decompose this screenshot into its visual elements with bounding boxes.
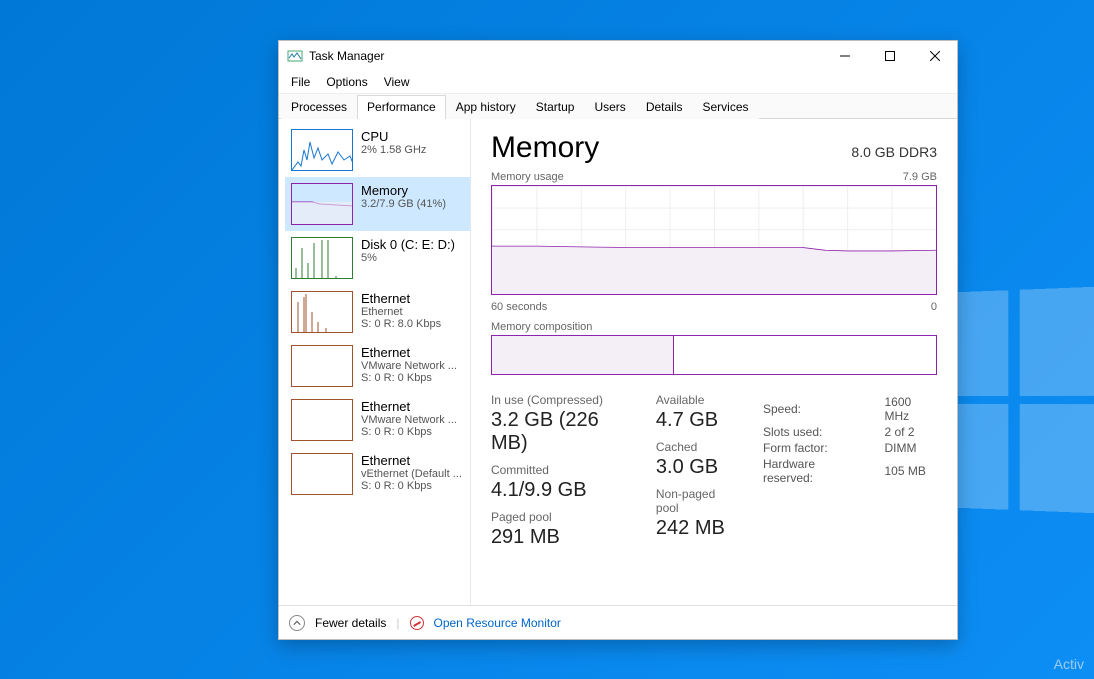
fewer-details-button[interactable]: Fewer details [315, 616, 386, 630]
chevron-up-icon[interactable] [289, 615, 305, 631]
sidebar-item-name: Ethernet [361, 291, 464, 306]
menu-view[interactable]: View [378, 73, 416, 91]
window-title: Task Manager [309, 49, 384, 63]
sidebar-item-name: Disk 0 (C: E: D:) [361, 237, 464, 252]
usage-x-left: 60 seconds [491, 301, 547, 313]
stats-column-left2: Available 4.7 GB Cached 3.0 GB Non-paged poo… [656, 393, 735, 555]
performance-main: Memory 8.0 GB DDR3 Memory usage 7.9 GB 6… [471, 119, 957, 605]
sidebar-item-eth-6[interactable]: EthernetvEthernet (Default ...S: 0 R: 0 … [285, 447, 470, 501]
composition-label: Memory composition [491, 321, 592, 333]
performance-sidebar: CPU2% 1.58 GHzMemory3.2/7.9 GB (41%)Disk… [279, 119, 471, 605]
stat-val: 1600 MHz [884, 395, 935, 423]
sidebar-item-cpu-0[interactable]: CPU2% 1.58 GHz [285, 123, 470, 177]
sidebar-item-sub2: S: 0 R: 0 Kbps [361, 480, 464, 492]
panel-right-info: 8.0 GB DDR3 [851, 144, 937, 160]
task-manager-window: Task Manager File Options View Processes… [278, 40, 958, 640]
sidebar-item-name: CPU [361, 129, 464, 144]
footer: Fewer details | Open Resource Monitor [279, 605, 957, 639]
sidebar-item-eth-4[interactable]: EthernetVMware Network ...S: 0 R: 0 Kbps [285, 339, 470, 393]
stat-value: 242 MB [656, 517, 735, 540]
stat-label: Non-paged pool [656, 487, 735, 515]
stat-value: 3.2 GB (226 MB) [491, 409, 630, 455]
sidebar-item-sub: 3.2/7.9 GB (41%) [361, 198, 464, 210]
tab-app-history[interactable]: App history [446, 95, 526, 119]
menu-file[interactable]: File [285, 73, 316, 91]
sidebar-item-mem-1[interactable]: Memory3.2/7.9 GB (41%) [285, 177, 470, 231]
sidebar-item-sub2: S: 0 R: 0 Kbps [361, 372, 464, 384]
sidebar-item-sub: vEthernet (Default ... [361, 468, 464, 480]
stat-value: 3.0 GB [656, 456, 735, 479]
stat-label: Available [656, 393, 735, 407]
stat-label: Paged pool [491, 510, 630, 524]
tab-startup[interactable]: Startup [526, 95, 585, 119]
tab-processes[interactable]: Processes [281, 95, 357, 119]
eth-thumbnail [291, 399, 353, 441]
tab-details[interactable]: Details [636, 95, 693, 119]
usage-x-right: 0 [931, 301, 937, 313]
sidebar-item-eth-5[interactable]: EthernetVMware Network ...S: 0 R: 0 Kbps [285, 393, 470, 447]
cpu-thumbnail [291, 129, 353, 171]
sidebar-item-name: Memory [361, 183, 464, 198]
stat-val: DIMM [884, 441, 935, 455]
menubar: File Options View [279, 71, 957, 93]
stat-val: 2 of 2 [884, 425, 935, 439]
disk-thumbnail [291, 237, 353, 279]
activation-watermark: Activ [1054, 656, 1084, 673]
eth-thumbnail [291, 291, 353, 333]
tabbar: Processes Performance App history Startu… [279, 93, 957, 119]
composition-available [674, 336, 936, 374]
sidebar-item-name: Ethernet [361, 345, 464, 360]
tab-users[interactable]: Users [584, 95, 635, 119]
stat-key: Hardware reserved: [763, 457, 883, 485]
stats-column-left: In use (Compressed) 3.2 GB (226 MB) Commit… [491, 393, 630, 555]
stat-value: 4.7 GB [656, 409, 735, 432]
stats-column-right: Speed:1600 MHzSlots used:2 of 2Form fact… [761, 393, 937, 555]
usage-chart-label-right: 7.9 GB [903, 171, 937, 183]
sidebar-item-disk-2[interactable]: Disk 0 (C: E: D:)5% [285, 231, 470, 285]
memory-composition-chart[interactable] [491, 335, 937, 375]
stat-value: 291 MB [491, 526, 630, 549]
stat-key: Speed: [763, 395, 883, 423]
stat-key: Form factor: [763, 441, 883, 455]
tab-services[interactable]: Services [693, 95, 759, 119]
stat-value: 4.1/9.9 GB [491, 479, 630, 502]
usage-chart-label-left: Memory usage [491, 171, 564, 183]
menu-options[interactable]: Options [320, 73, 373, 91]
minimize-button[interactable] [822, 41, 867, 71]
sidebar-item-sub: 5% [361, 252, 464, 264]
composition-used [492, 336, 674, 374]
sidebar-item-sub: Ethernet [361, 306, 464, 318]
stat-label: In use (Compressed) [491, 393, 630, 407]
close-button[interactable] [912, 41, 957, 71]
sidebar-item-sub: VMware Network ... [361, 414, 464, 426]
sidebar-item-sub: 2% 1.58 GHz [361, 144, 464, 156]
sidebar-item-eth-3[interactable]: EthernetEthernetS: 0 R: 8.0 Kbps [285, 285, 470, 339]
eth-thumbnail [291, 345, 353, 387]
stat-key: Slots used: [763, 425, 883, 439]
sidebar-item-sub2: S: 0 R: 8.0 Kbps [361, 318, 464, 330]
panel-title: Memory [491, 131, 599, 165]
titlebar[interactable]: Task Manager [279, 41, 957, 71]
mem-thumbnail [291, 183, 353, 225]
stat-label: Committed [491, 463, 630, 477]
stat-val: 105 MB [884, 457, 935, 485]
sidebar-item-sub2: S: 0 R: 0 Kbps [361, 426, 464, 438]
memory-usage-chart[interactable] [491, 185, 937, 295]
maximize-button[interactable] [867, 41, 912, 71]
stat-label: Cached [656, 440, 735, 454]
sidebar-item-name: Ethernet [361, 453, 464, 468]
sidebar-item-name: Ethernet [361, 399, 464, 414]
task-manager-icon [287, 48, 303, 64]
tab-performance[interactable]: Performance [357, 95, 446, 119]
open-resource-monitor-link[interactable]: Open Resource Monitor [434, 616, 561, 630]
resource-monitor-icon [410, 616, 424, 630]
eth-thumbnail [291, 453, 353, 495]
sidebar-item-sub: VMware Network ... [361, 360, 464, 372]
